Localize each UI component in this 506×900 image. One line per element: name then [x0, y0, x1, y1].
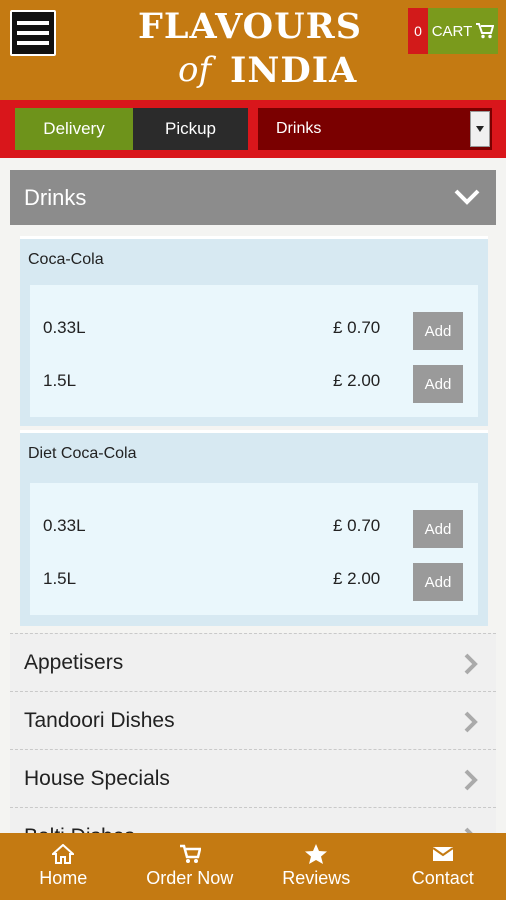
cart-icon	[179, 844, 201, 863]
cart-label: CART	[431, 22, 473, 40]
option-price: £ 2.00	[333, 569, 381, 588]
add-button[interactable]: Add	[413, 510, 463, 548]
restaurant-logo[interactable]: FLAVOURS of INDIA	[130, 4, 370, 96]
nav-label: Reviews	[282, 868, 351, 888]
hamburger-menu-button[interactable]	[10, 10, 56, 56]
item-options: 0.33L £ 0.70 Add 1.5L £ 2.00 Add	[30, 483, 478, 615]
tab-pickup[interactable]: Pickup	[133, 108, 248, 150]
menu-icon-bar	[17, 21, 49, 25]
item-options: 0.33L £ 0.70 Add 1.5L £ 2.00 Add	[30, 285, 478, 417]
menu-item-card: Coca-Cola 0.33L £ 0.70 Add 1.5L £ 2.00 A…	[20, 236, 488, 426]
order-type-bar: Delivery Pickup Drinks	[0, 100, 506, 158]
section-header-drinks[interactable]: Drinks	[10, 170, 496, 225]
nav-label: Order Now	[146, 868, 234, 888]
app-header: FLAVOURS of INDIA 0 CART	[0, 0, 506, 100]
nav-label: Home	[39, 868, 88, 888]
select-arrow-button[interactable]	[470, 111, 490, 147]
chevron-down-icon	[476, 126, 484, 132]
home-icon	[52, 844, 75, 864]
category-row-appetisers[interactable]: Appetisers	[10, 633, 496, 691]
category-select-value: Drinks	[276, 120, 322, 137]
nav-contact[interactable]: Contact	[380, 833, 506, 900]
option-price: £ 0.70	[333, 516, 381, 535]
add-button[interactable]: Add	[413, 563, 463, 601]
nav-home[interactable]: Home	[0, 833, 127, 900]
chevron-down-icon	[454, 189, 480, 205]
chevron-right-icon	[464, 653, 478, 675]
star-icon	[305, 844, 328, 864]
option-price: £ 0.70	[333, 318, 381, 337]
category-label: Tandoori Dishes	[24, 708, 175, 732]
option-size: 1.5L	[43, 371, 77, 390]
category-select[interactable]: Drinks	[258, 108, 492, 150]
item-name: Diet Coca-Cola	[28, 445, 137, 462]
category-label: House Specials	[24, 766, 170, 790]
menu-icon-bar	[17, 41, 49, 45]
option-size: 0.33L	[43, 516, 86, 535]
menu-icon-bar	[17, 31, 49, 35]
logo-text-bottom: INDIA	[230, 50, 358, 91]
category-row-house-specials[interactable]: House Specials	[10, 749, 496, 807]
cart-icon	[476, 23, 495, 39]
nav-label: Contact	[411, 868, 474, 888]
envelope-icon	[432, 847, 454, 861]
cart-button[interactable]: 0 CART	[408, 8, 498, 54]
cart-count-badge: 0	[408, 8, 428, 54]
option-size: 0.33L	[43, 318, 86, 337]
tab-delivery[interactable]: Delivery	[15, 108, 133, 150]
nav-order-now[interactable]: Order Now	[127, 833, 254, 900]
section-title: Drinks	[24, 184, 87, 210]
chevron-right-icon	[464, 711, 478, 733]
option-price: £ 2.00	[333, 371, 381, 390]
logo-text-of: of	[178, 50, 212, 90]
chevron-right-icon	[464, 769, 478, 791]
item-name: Coca-Cola	[28, 251, 104, 268]
add-button[interactable]: Add	[413, 312, 463, 350]
logo-text-top: FLAVOURS	[138, 6, 362, 47]
bottom-nav: Home Order Now Reviews Contact	[0, 833, 506, 900]
category-label: Appetisers	[24, 650, 124, 674]
nav-reviews[interactable]: Reviews	[253, 833, 380, 900]
menu-item-card: Diet Coca-Cola 0.33L £ 0.70 Add 1.5L £ 2…	[20, 430, 488, 626]
option-size: 1.5L	[43, 569, 77, 588]
add-button[interactable]: Add	[413, 365, 463, 403]
category-row-tandoori[interactable]: Tandoori Dishes	[10, 691, 496, 749]
cart-label-box: CART	[428, 8, 498, 54]
